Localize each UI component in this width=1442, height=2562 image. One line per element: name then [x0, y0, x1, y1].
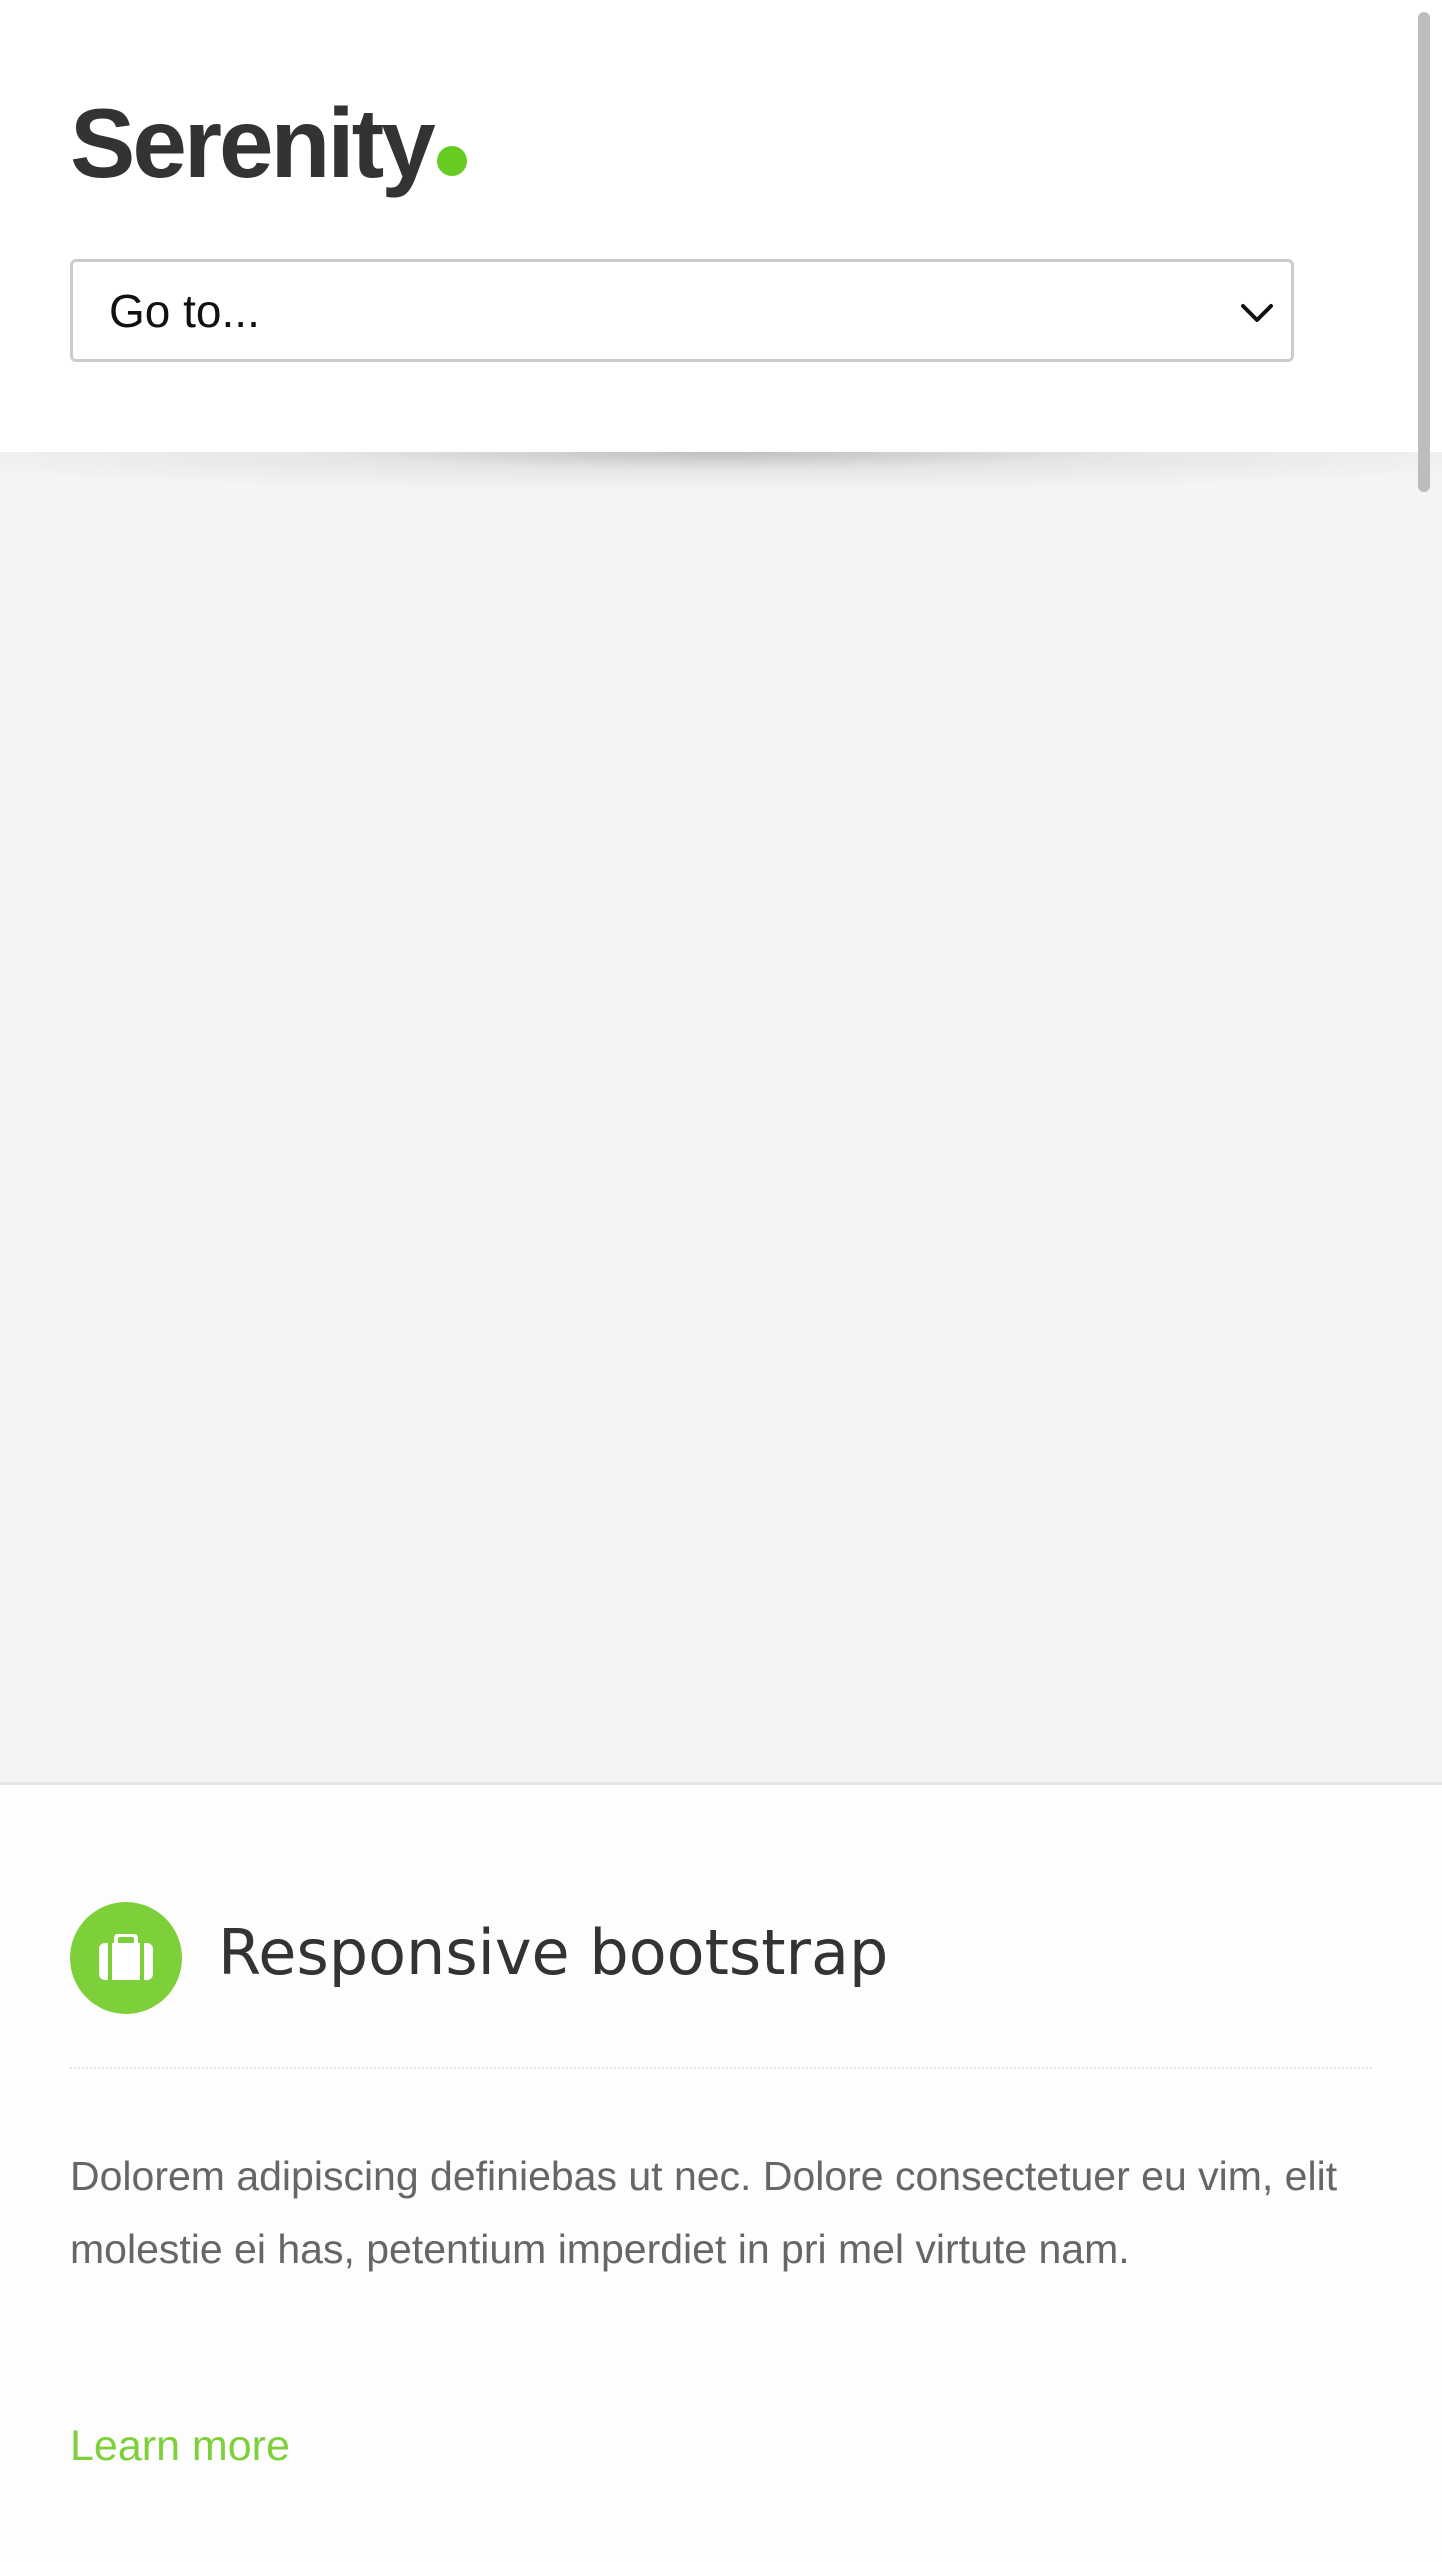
- feature-divider: [70, 2067, 1372, 2069]
- feature-block: Responsive bootstrap Dolorem adipiscing …: [0, 1785, 1442, 2562]
- logo-dot: [436, 146, 467, 176]
- chevron-down-icon: [1241, 304, 1273, 322]
- briefcase-icon: [99, 1934, 153, 1980]
- logo-wordmark: Serenity: [70, 88, 436, 198]
- goto-selected-value: Go to...: [109, 284, 260, 337]
- site-logo[interactable]: Serenity: [70, 82, 467, 192]
- page: Serenity Go to... Responsive bootstrap D…: [0, 0, 1442, 2562]
- hero-banner: [0, 452, 1442, 1785]
- scrollbar-thumb[interactable]: [1418, 12, 1430, 492]
- feature-description: Dolorem adipiscing definiebas ut nec. Do…: [70, 2153, 1338, 2272]
- briefcase-icon-badge: [70, 1902, 182, 2014]
- site-header: Serenity Go to...: [0, 0, 1442, 452]
- learn-more-link[interactable]: Learn more: [70, 2422, 290, 2471]
- feature-title: Responsive bootstrap: [218, 1916, 889, 1989]
- goto-nav-select[interactable]: Go to...: [70, 259, 1294, 362]
- briefcase-strap-left: [108, 1943, 112, 1980]
- briefcase-strap-right: [140, 1943, 144, 1980]
